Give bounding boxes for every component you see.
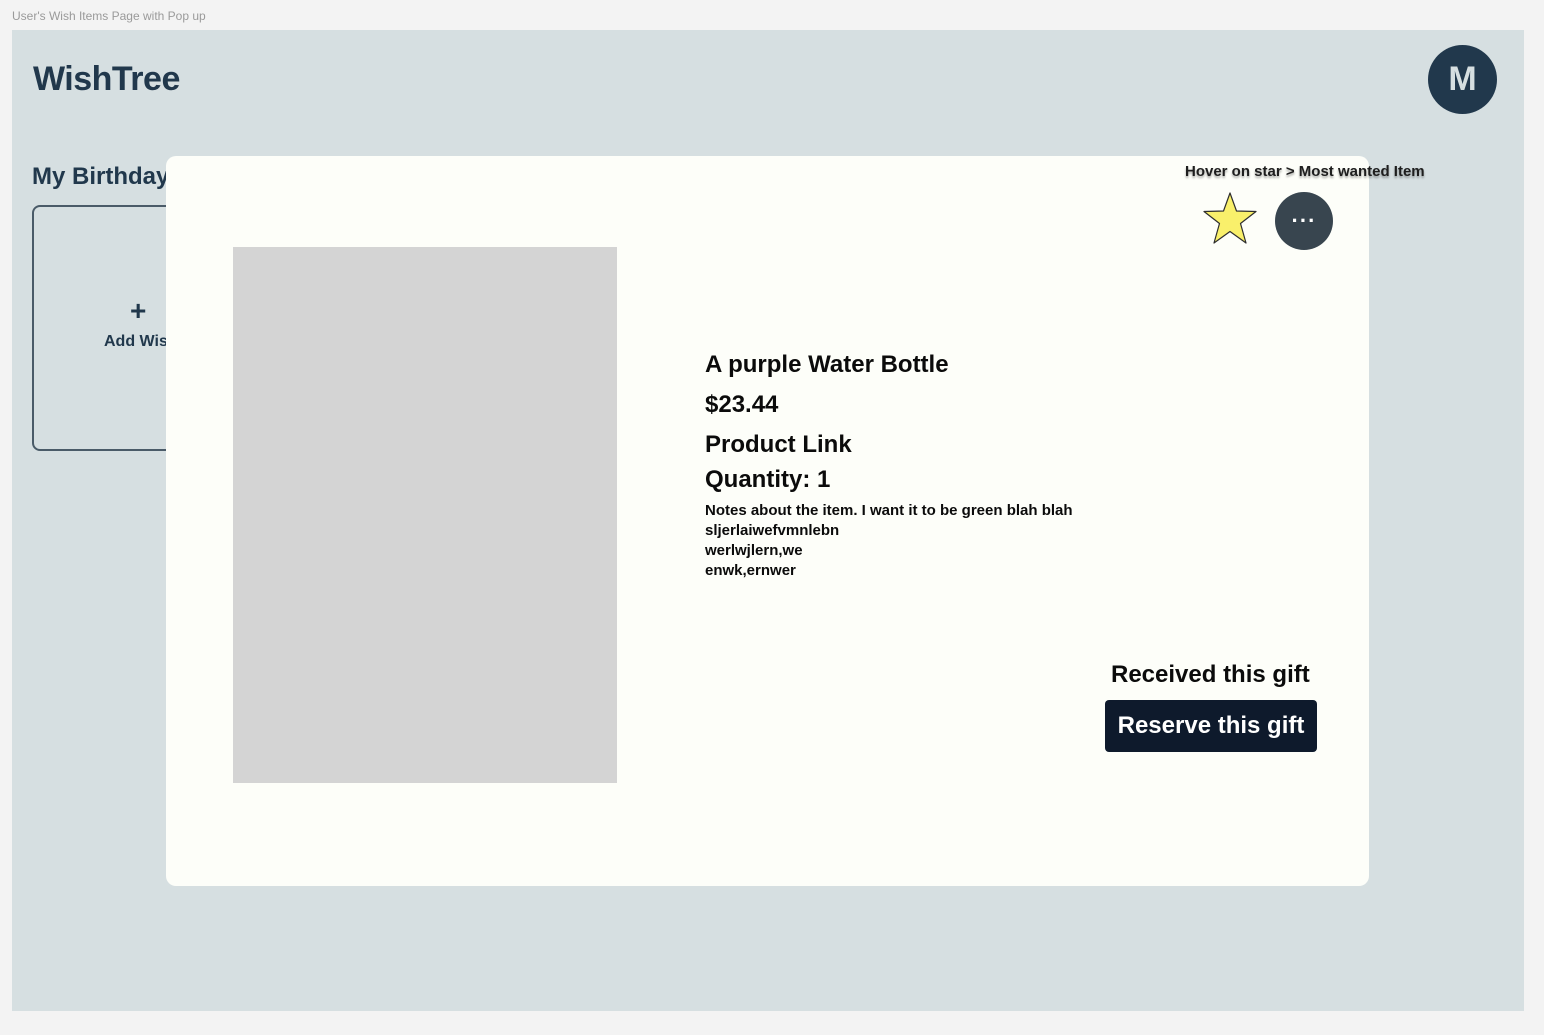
- star-icon-shape: [1203, 192, 1257, 244]
- notes-line: werlwjlern,we: [705, 542, 803, 559]
- wishlist-title: My Birthday: [32, 163, 170, 190]
- item-name: A purple Water Bottle: [705, 351, 949, 378]
- item-image-placeholder: [233, 247, 617, 783]
- wish-items-page: WishTree M My Birthday + Add Wis Hover o…: [12, 30, 1524, 1011]
- notes-line: enwk,ernwer: [705, 562, 796, 579]
- notes-line: Notes about the item. I want it to be gr…: [705, 502, 1073, 519]
- item-price: $23.44: [705, 391, 779, 418]
- notes-line: sljerlaiwefvmnlebn: [705, 522, 840, 539]
- item-quantity: Quantity: 1: [705, 466, 831, 493]
- hover-hint-annotation: Hover on star > Most wanted Item: [1185, 163, 1425, 180]
- more-options-button[interactable]: ···: [1275, 192, 1333, 250]
- item-detail-modal: Hover on star > Most wanted Item ··· A p…: [166, 156, 1425, 886]
- received-gift-link[interactable]: Received this gift: [1111, 661, 1310, 689]
- plus-icon: +: [130, 295, 147, 326]
- add-wish-label: Add Wis: [104, 333, 168, 350]
- reserve-gift-button[interactable]: Reserve this gift: [1105, 700, 1317, 752]
- item-notes: Notes about the item. I want it to be gr…: [705, 501, 1073, 581]
- product-link[interactable]: Product Link: [705, 430, 1073, 465]
- frame-label: User's Wish Items Page with Pop up: [12, 9, 206, 23]
- star-icon[interactable]: [1201, 191, 1259, 247]
- item-details: A purple Water Bottle $23.44 Product Lin…: [705, 350, 1073, 581]
- app-logo[interactable]: WishTree: [33, 60, 180, 99]
- user-avatar[interactable]: M: [1428, 45, 1497, 114]
